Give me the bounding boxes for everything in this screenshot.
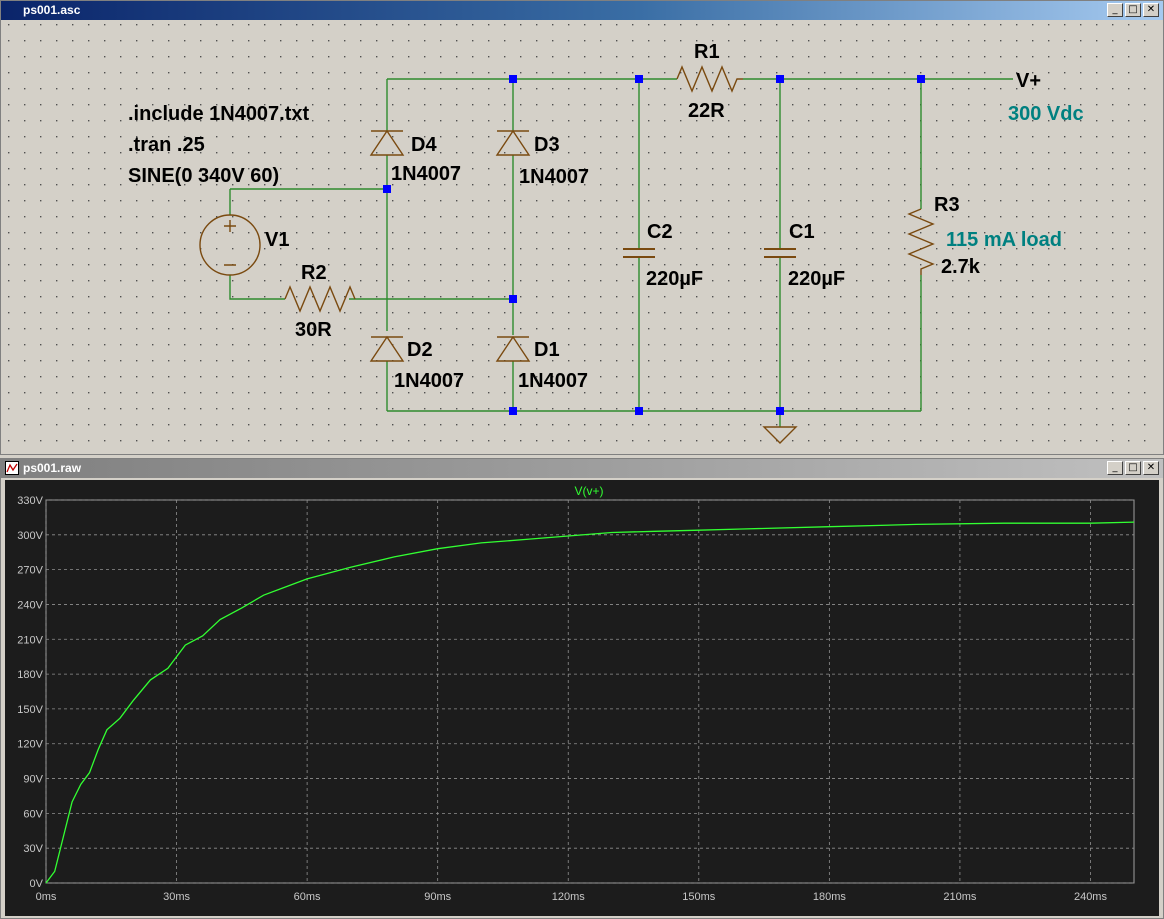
y-tick-label: 300V: [17, 530, 43, 542]
schematic-titlebar[interactable]: ps001.asc _ □ ✕: [1, 1, 1163, 20]
y-tick-label: 150V: [17, 704, 43, 716]
r2-label: R2: [301, 262, 327, 284]
c1-label: C1: [789, 221, 815, 243]
x-tick-label: 120ms: [552, 891, 586, 903]
r3-label: R3: [934, 194, 960, 216]
y-tick-label: 0V: [30, 878, 44, 890]
comment-load[interactable]: 115 mA load: [946, 229, 1062, 251]
directive-tran[interactable]: .tran .25: [128, 134, 205, 156]
d3-value: 1N4007: [519, 166, 589, 188]
y-tick-label: 120V: [17, 739, 43, 751]
d2-value: 1N4007: [394, 370, 464, 392]
minimize-button[interactable]: _: [1107, 3, 1123, 17]
d3-label: D3: [534, 134, 560, 156]
maximize-button[interactable]: □: [1125, 461, 1141, 475]
x-tick-label: 0ms: [36, 891, 57, 903]
y-tick-label: 330V: [17, 495, 43, 507]
v1-label: V1: [265, 229, 289, 251]
c1-value: 220µF: [788, 268, 845, 290]
x-tick-label: 90ms: [424, 891, 451, 903]
x-tick-label: 30ms: [163, 891, 190, 903]
directive-sine[interactable]: SINE(0 340V 60): [128, 165, 279, 187]
waveform-title: ps001.raw: [23, 461, 82, 475]
x-tick-label: 180ms: [813, 891, 847, 903]
schematic-title: ps001.asc: [23, 3, 81, 17]
d4-value: 1N4007: [391, 163, 461, 185]
close-button[interactable]: ✕: [1143, 461, 1159, 475]
maximize-button[interactable]: □: [1125, 3, 1141, 17]
close-button[interactable]: ✕: [1143, 3, 1159, 17]
waveform-plot[interactable]: 0V 30V 60V 90V 120V 150V 180V 210V 240V 270V 300V 3…: [5, 480, 1159, 916]
r1-value: 22R: [688, 100, 725, 122]
r3-value: 2.7k: [941, 256, 981, 278]
r2-value: 30R: [295, 319, 332, 341]
y-tick-label: 60V: [23, 808, 43, 820]
c2-value: 220µF: [646, 268, 703, 290]
x-tick-label: 150ms: [682, 891, 716, 903]
y-tick-label: 180V: [17, 669, 43, 681]
y-tick-label: 210V: [17, 634, 43, 646]
waveform-titlebar[interactable]: ps001.raw _ □ ✕: [1, 459, 1163, 478]
d1-value: 1N4007: [518, 370, 588, 392]
schematic-canvas[interactable]: V1 R2 30R R1 22R R3 2.7k C2 220µF C1 220…: [5, 22, 1159, 450]
y-tick-label: 270V: [17, 565, 43, 577]
waveform-window: ps001.raw _ □ ✕ 0V 30V 60V 90V 120V 150V 180V 2…: [0, 458, 1164, 919]
x-tick-label: 60ms: [294, 891, 321, 903]
c2-label: C2: [647, 221, 673, 243]
y-tick-label: 30V: [23, 843, 43, 855]
x-tick-label: 210ms: [943, 891, 977, 903]
y-tick-label: 90V: [23, 774, 43, 786]
trace-label-vplus[interactable]: V(v+): [574, 484, 603, 498]
directive-include[interactable]: .include 1N4007.txt: [128, 103, 310, 125]
y-tick-label: 240V: [17, 599, 43, 611]
d2-label: D2: [407, 339, 433, 361]
r1-label: R1: [694, 41, 720, 63]
waveform-window-icon: [5, 461, 19, 475]
net-label-vplus[interactable]: V+: [1016, 70, 1041, 92]
schematic-window: ps001.asc _ □ ✕ V1 R2 30R R1 22R R3 2.7k…: [0, 0, 1164, 455]
x-tick-label: 240ms: [1074, 891, 1108, 903]
d1-label: D1: [534, 339, 560, 361]
comment-300vdc[interactable]: 300 Vdc: [1008, 103, 1084, 125]
d4-label: D4: [411, 134, 437, 156]
minimize-button[interactable]: _: [1107, 461, 1123, 475]
